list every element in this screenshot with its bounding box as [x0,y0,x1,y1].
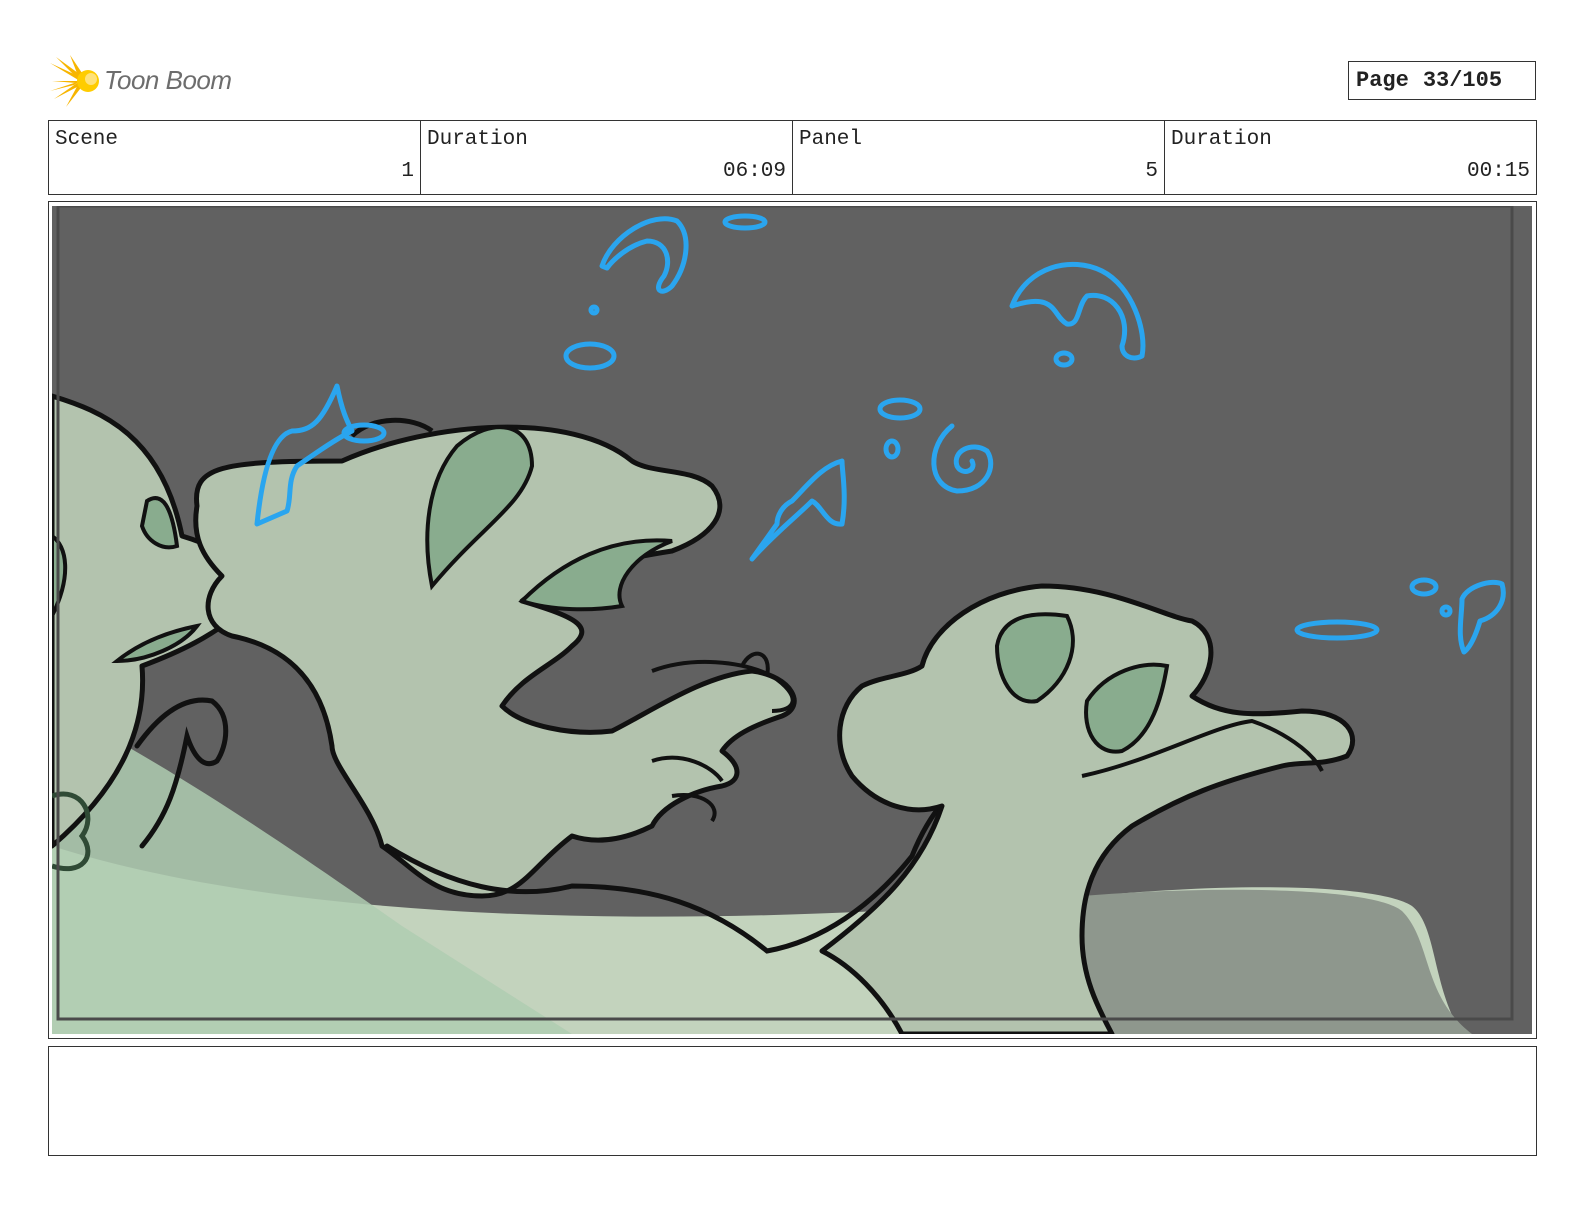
scene-duration-value: 06:09 [722,160,786,183]
panel-notes [48,1046,1537,1156]
page-label: Page [1356,68,1409,93]
scene-value: 1 [401,160,414,183]
panel-duration-value: 00:15 [1466,160,1530,183]
scene-label: Scene [55,128,119,151]
scene-duration-cell: Duration 06:09 [421,121,793,194]
page-indicator: Page 33/105 [1348,61,1536,100]
logo-text: Toon Boom [104,65,232,95]
panel-cell: Panel 5 [793,121,1165,194]
panel-value: 5 [1145,160,1158,183]
starburst-icon [50,55,99,107]
storyboard-panel-image [52,206,1532,1034]
scene-duration-label: Duration [427,128,528,151]
page-number: 33/105 [1422,68,1503,93]
scene-cell: Scene 1 [49,121,421,194]
panel-duration-cell: Duration 00:15 [1165,121,1536,194]
toon-boom-logo: Toon Boom [50,55,250,107]
panel-label: Panel [799,128,863,151]
panel-duration-label: Duration [1171,128,1272,151]
scene-info-table: Scene 1 Duration 06:09 Panel 5 Duration … [48,120,1537,195]
